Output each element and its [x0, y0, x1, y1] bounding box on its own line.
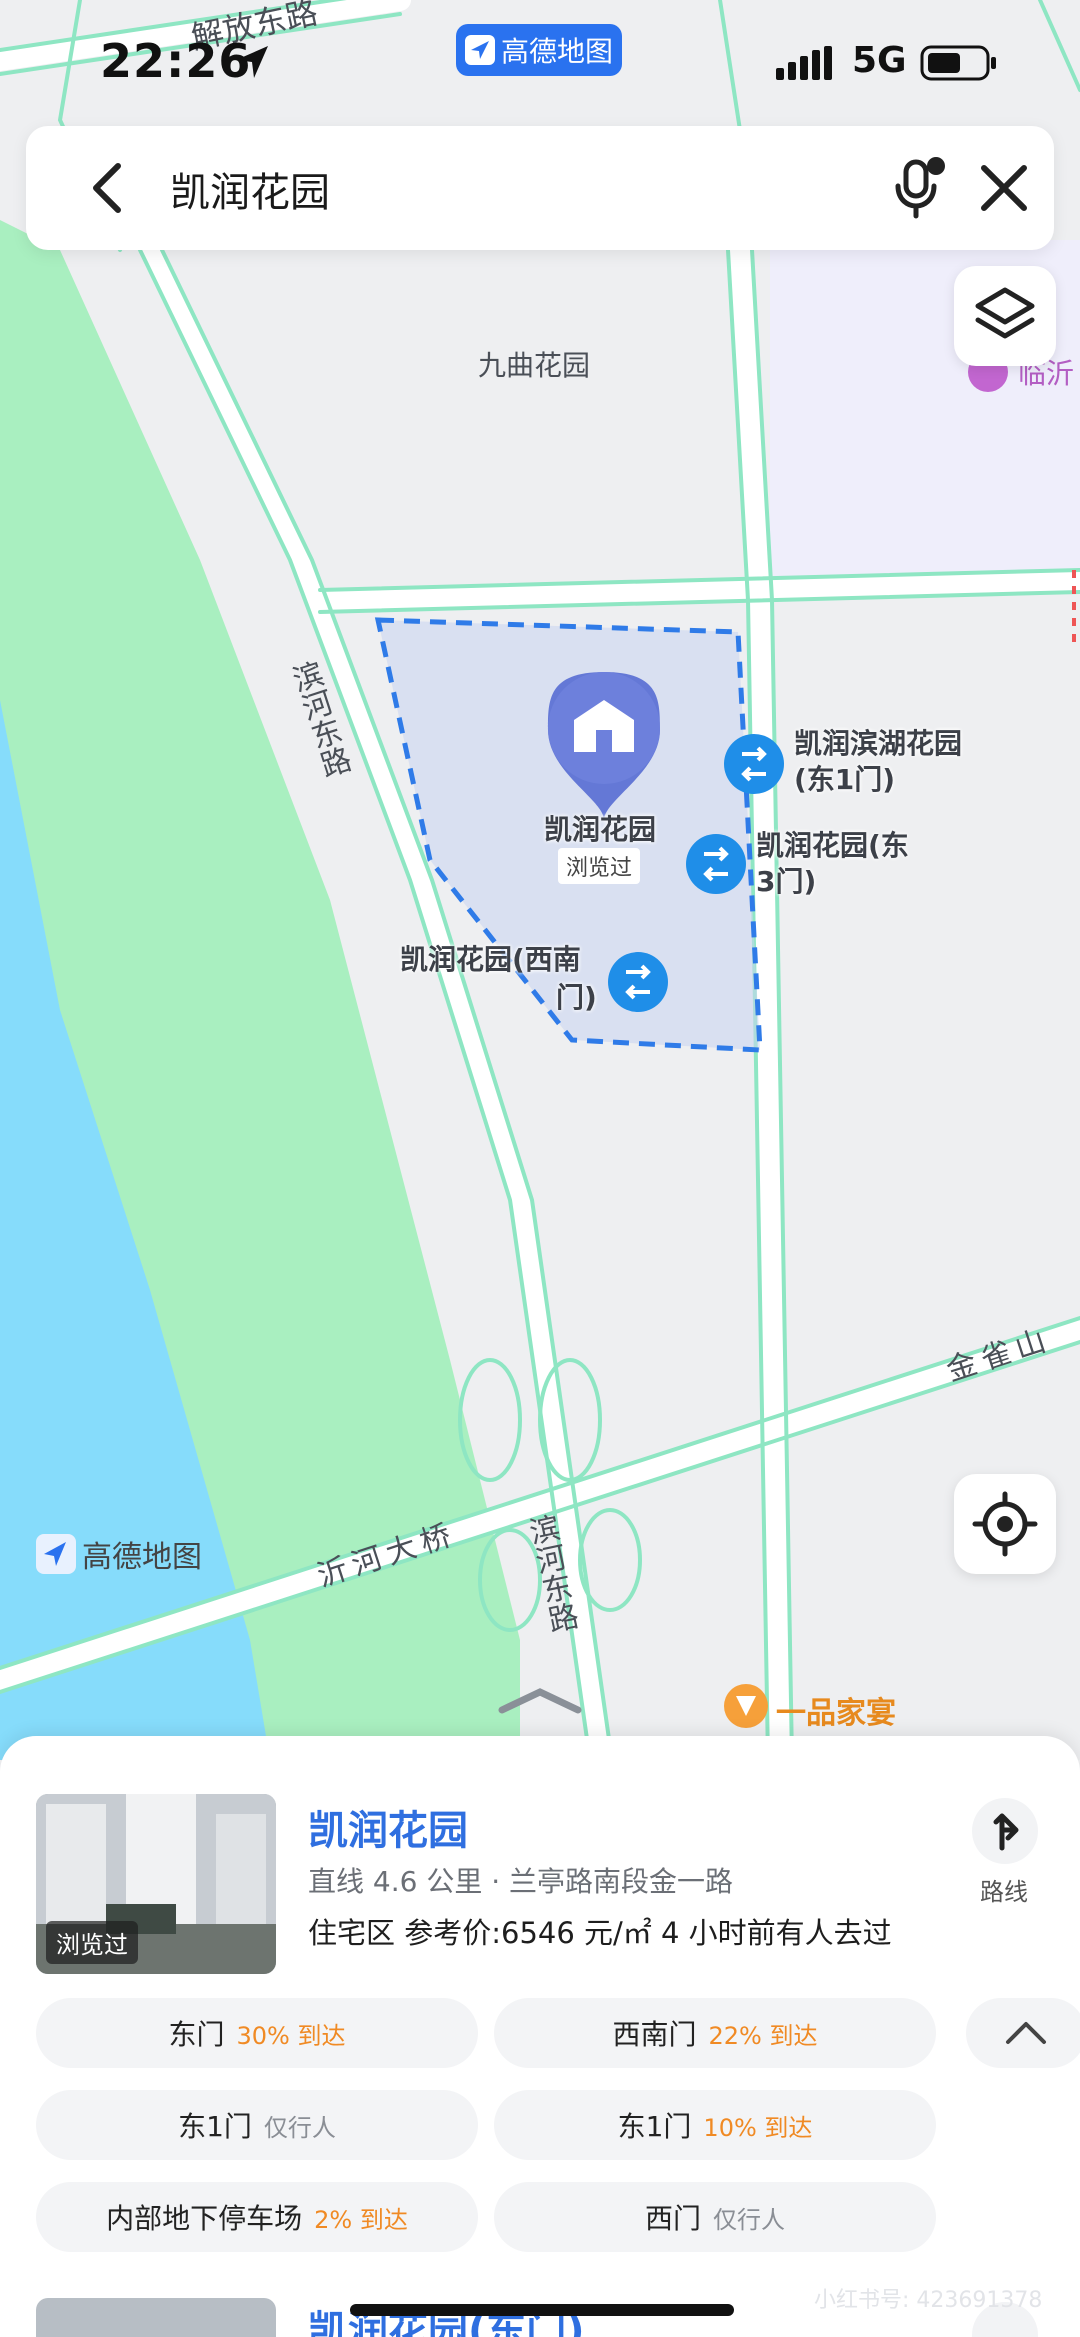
gate-pin-east3[interactable] [686, 834, 746, 894]
map-logo-text: 高德地图 [82, 1540, 202, 1575]
cellular-signal-icon [776, 46, 832, 80]
clear-search-button[interactable] [968, 152, 1040, 224]
entrance-note: 仅行人 [263, 2113, 336, 2142]
entrance-chip[interactable]: 内部地下停车场 2% 到达 [36, 2182, 478, 2252]
search-query[interactable]: 凯润花园 [170, 160, 330, 218]
chevron-up-icon [1006, 2022, 1046, 2044]
home-indicator[interactable] [350, 2304, 734, 2316]
entrance-chip[interactable]: 西门 仅行人 [494, 2182, 936, 2252]
map-layers-button[interactable] [954, 266, 1056, 366]
amap-plane-icon [464, 35, 495, 65]
collapse-entrances-button[interactable] [966, 1998, 1080, 2068]
crosshair-icon [972, 1491, 1038, 1557]
my-location-button[interactable] [954, 1474, 1056, 1574]
network-type: 5G [852, 40, 907, 81]
watermark-text: 小红书号: 423691378 [814, 2288, 1043, 2313]
entrance-name: 东1门 [617, 2110, 692, 2143]
battery-icon [920, 45, 996, 81]
entrance-chip[interactable]: 西南门 22% 到达 [494, 1998, 936, 2068]
poi-label-main[interactable]: 凯润花园 [544, 812, 656, 848]
map-canvas[interactable] [0, 0, 1080, 1760]
amap-logo-icon [36, 1534, 76, 1574]
poi-viewed-tag: 浏览过 [558, 848, 641, 884]
entrance-chip[interactable]: 东1门 仅行人 [36, 2090, 478, 2160]
layers-icon [975, 287, 1035, 339]
back-button[interactable] [76, 154, 144, 222]
poi-label-east1-line1[interactable]: 凯润滨湖花园 [794, 726, 962, 762]
route-label[interactable]: 路线 [980, 1872, 1028, 1907]
gate-pin-southwest[interactable] [608, 952, 668, 1012]
place-info: 住宅区 参考价:6546 元/㎡ 4 小时前有人去过 [308, 1916, 892, 1950]
route-turn-icon [993, 1813, 1019, 1851]
entrance-name: 西南门 [612, 2018, 697, 2051]
status-time: 22:26 [100, 34, 252, 88]
next-result-photo[interactable] [36, 2298, 276, 2337]
entrance-pct: 22% 到达 [708, 2021, 818, 2050]
entrance-chip[interactable]: 东1门 10% 到达 [494, 2090, 936, 2160]
entrance-chip[interactable]: 东门 30% 到达 [36, 1998, 478, 2068]
photo-viewed-tag: 浏览过 [46, 1921, 138, 1964]
entrance-name: 东1门 [178, 2110, 252, 2143]
entrance-name: 西门 [644, 2202, 701, 2235]
poi-label-southwest-line2[interactable]: 门) [556, 980, 597, 1016]
sheet-drag-handle[interactable] [496, 1686, 584, 1716]
entrance-pct: 2% 到达 [314, 2205, 408, 2234]
entrance-name: 东门 [168, 2018, 225, 2051]
restaurant-pin[interactable] [724, 1684, 768, 1728]
poi-label-southwest-line1[interactable]: 凯润花园(西南 [400, 942, 581, 978]
location-arrow-icon [236, 46, 268, 78]
result-sheet[interactable]: 浏览过 凯润花园 直线 4.6 公里 · 兰亭路南段金一路 住宅区 参考价:65… [0, 1736, 1080, 2337]
place-distance-address: 直线 4.6 公里 · 兰亭路南段金一路 [308, 1865, 734, 1898]
poi-label-east3-line1[interactable]: 凯润花园(东 [756, 828, 909, 864]
gate-pin-east1[interactable] [724, 734, 784, 794]
map-logo: 高德地图 [36, 1532, 202, 1576]
voice-input-button[interactable] [882, 152, 954, 224]
entrance-pct: 10% 到达 [703, 2113, 813, 2142]
search-bar: 凯润花园 [26, 126, 1054, 250]
poi-label-east1-line2[interactable]: (东1门) [794, 762, 895, 798]
place-title[interactable]: 凯润花园 [308, 1798, 468, 1856]
app-badge-label: 高德地图 [500, 35, 613, 68]
entrance-note: 仅行人 [713, 2205, 785, 2234]
entrance-name: 内部地下停车场 [106, 2202, 303, 2235]
poi-label-east3-line2[interactable]: 3门) [756, 864, 816, 900]
place-photo[interactable]: 浏览过 [36, 1794, 276, 1974]
entrance-pct: 30% 到达 [236, 2021, 346, 2050]
route-button[interactable] [972, 1798, 1038, 1864]
app-badge[interactable]: 高德地图 [456, 24, 622, 76]
map-label-jiuqu: 九曲花园 [478, 349, 591, 382]
status-bar: 22:26 高德地图 5G [0, 0, 1080, 125]
map-label-restaurant[interactable]: 一品家宴 [776, 1688, 896, 1732]
